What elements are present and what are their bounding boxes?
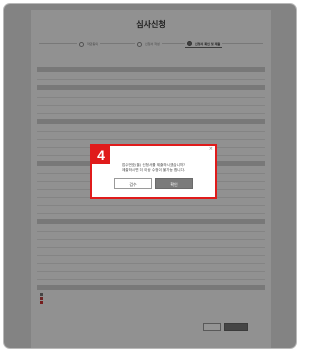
confirm-dialog: 4 × 접수번호(을) 신청서를 제출하시겠습니까? 제출하시면 더 이상 수정… <box>90 144 217 199</box>
step-number-badge: 4 <box>92 146 110 164</box>
dialog-message: 접수번호(을) 신청서를 제출하시겠습니까? 제출하시면 더 이상 수정이 불가… <box>92 163 215 173</box>
close-icon[interactable]: × <box>209 146 213 152</box>
screenshot-frame: 심사신청 약관동의 신청서 작성 신청서 확인 및 제출 4 × 접수번호(을)… <box>3 3 297 349</box>
confirm-button[interactable]: 확인 <box>155 178 193 189</box>
cancel-button[interactable]: 검수 <box>114 178 152 189</box>
dialog-message-line-2: 제출하시면 더 이상 수정이 불가능 합니다. <box>121 168 186 172</box>
